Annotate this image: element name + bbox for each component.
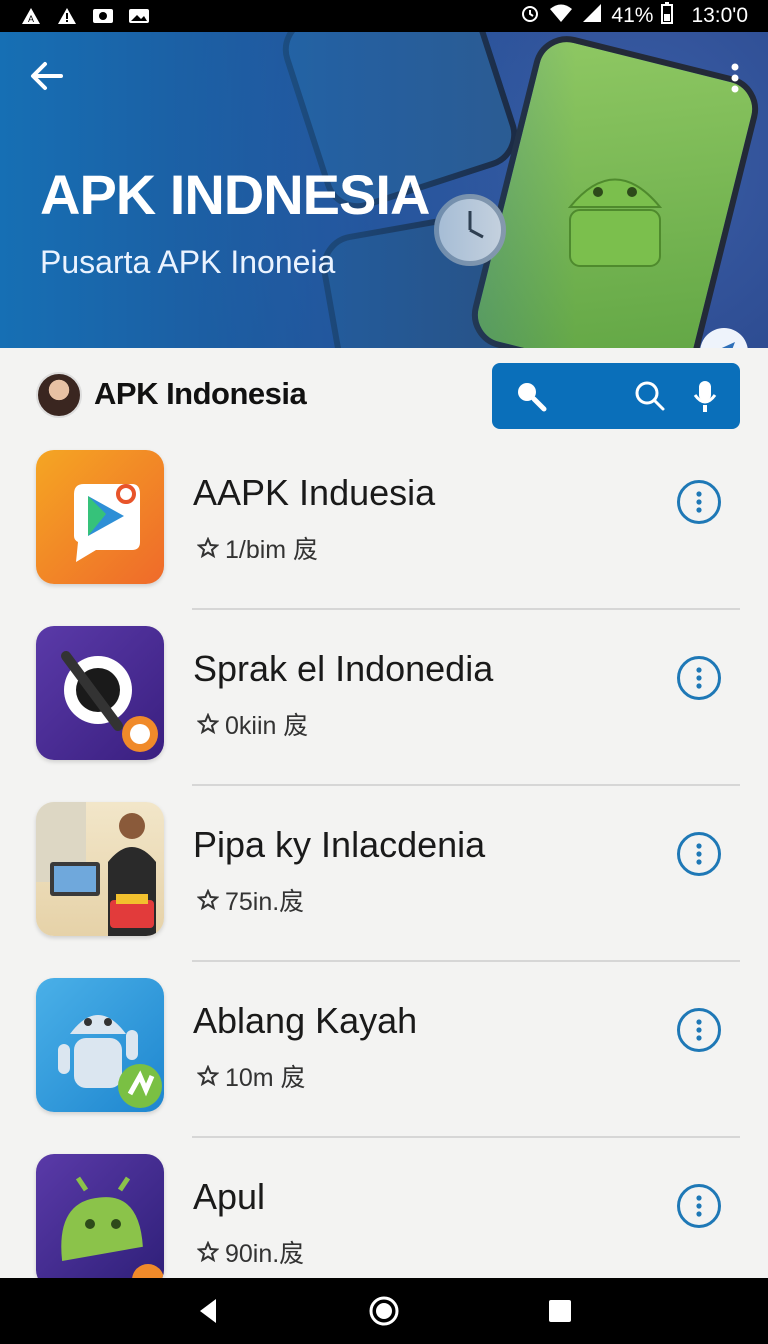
divider xyxy=(192,960,740,962)
app-icon-photo xyxy=(36,802,164,936)
card-icon xyxy=(92,6,114,26)
app-icon-android xyxy=(36,1154,164,1278)
star-icon xyxy=(197,889,219,911)
app-rating: 0kiin 㧀 xyxy=(225,712,309,740)
app-meta: 0kiin 㧀 xyxy=(197,706,308,742)
svg-text:A: A xyxy=(28,14,34,24)
search-outline-icon[interactable] xyxy=(633,379,667,413)
app-icon-robot xyxy=(36,978,164,1112)
clock-time: 13:0'0 xyxy=(691,4,748,27)
signal-icon xyxy=(581,3,603,29)
item-more-button[interactable] xyxy=(677,1184,721,1228)
list-item[interactable]: Apul 90in.㧀 xyxy=(0,1148,768,1278)
divider xyxy=(192,784,740,786)
hero-subtitle: Pusarta APK Inoneia xyxy=(40,244,336,280)
hero-banner: APK INDNESIA Pusarta APK Inoneia xyxy=(0,32,768,348)
avatar[interactable] xyxy=(36,372,82,418)
more-vert-icon xyxy=(731,63,739,93)
send-icon xyxy=(721,342,735,348)
search-bar[interactable] xyxy=(492,363,740,429)
wifi-icon xyxy=(549,3,573,29)
app-name: Sprak el Indonedia xyxy=(193,648,494,689)
app-rating: 10m 㧀 xyxy=(225,1064,306,1092)
more-vert-icon xyxy=(696,491,702,513)
status-bar: A 41% 13:0'0 xyxy=(0,0,768,32)
mic-icon[interactable] xyxy=(692,379,718,413)
app-rating: 1/bim 㧀 xyxy=(225,536,319,564)
app-name: AAPK Induesia xyxy=(193,472,436,513)
battery-icon xyxy=(661,2,674,30)
app-name: Ablang Kayah xyxy=(193,1000,418,1041)
warning-icon xyxy=(56,6,78,26)
app-meta: 90in.㧀 xyxy=(197,1234,304,1270)
app-meta: 1/bim 㧀 xyxy=(197,530,318,566)
main-content: APK Indonesia AAPK Induesia 1/bim 㧀 Spra… xyxy=(0,348,768,1278)
alarm-icon xyxy=(519,2,541,30)
header-row: APK Indonesia xyxy=(0,348,768,444)
item-more-button[interactable] xyxy=(677,480,721,524)
divider xyxy=(192,608,740,610)
item-more-button[interactable] xyxy=(677,1008,721,1052)
star-icon xyxy=(197,537,219,559)
app-list: AAPK Induesia 1/bim 㧀 Sprak el Indonedia… xyxy=(0,444,768,1278)
list-item[interactable]: AAPK Induesia 1/bim 㧀 xyxy=(0,444,768,620)
back-button[interactable] xyxy=(24,54,68,98)
arrow-back-icon xyxy=(31,62,63,90)
app-name: Pipa ky Inlacdenia xyxy=(193,824,486,865)
more-vert-icon xyxy=(696,843,702,865)
star-icon xyxy=(197,713,219,735)
brand-name: APK Indonesia xyxy=(94,376,307,411)
item-more-button[interactable] xyxy=(677,656,721,700)
nav-back-button[interactable] xyxy=(183,1286,233,1336)
list-item[interactable]: Ablang Kayah 10m 㧀 xyxy=(0,972,768,1148)
status-right: 41% 13:0'0 xyxy=(519,2,748,30)
list-item[interactable]: Sprak el Indonedia 0kiin 㧀 xyxy=(0,620,768,796)
item-more-button[interactable] xyxy=(677,832,721,876)
app-rating: 75in.㧀 xyxy=(225,888,305,916)
nav-home-button[interactable] xyxy=(359,1286,409,1336)
app-notification-icon: A xyxy=(20,6,42,26)
star-icon xyxy=(197,1241,219,1263)
battery-percent: 41% xyxy=(611,4,654,27)
app-icon-lens xyxy=(36,626,164,760)
nav-recents-button[interactable] xyxy=(535,1286,585,1336)
app-name: Apul xyxy=(193,1176,266,1217)
hero-title: APK INDNESIA xyxy=(40,163,430,226)
search-icon[interactable] xyxy=(514,379,548,413)
app-meta: 75in.㧀 xyxy=(197,882,304,918)
image-icon xyxy=(128,6,150,26)
system-nav-bar xyxy=(0,1278,768,1344)
triangle-back-icon xyxy=(200,1299,216,1323)
app-meta: 10m 㧀 xyxy=(197,1058,306,1094)
overflow-menu-button[interactable] xyxy=(720,58,750,98)
star-icon xyxy=(197,1065,219,1087)
circle-home-icon xyxy=(369,1296,399,1326)
status-left-icons: A xyxy=(20,6,150,26)
more-vert-icon xyxy=(696,667,702,689)
list-item[interactable]: Pipa ky Inlacdenia 75in.㧀 xyxy=(0,796,768,972)
more-vert-icon xyxy=(696,1019,702,1041)
app-rating: 90in.㧀 xyxy=(225,1240,305,1268)
divider xyxy=(192,1136,740,1138)
more-vert-icon xyxy=(696,1195,702,1217)
square-recents-icon xyxy=(549,1300,571,1322)
app-icon-play xyxy=(36,450,164,584)
